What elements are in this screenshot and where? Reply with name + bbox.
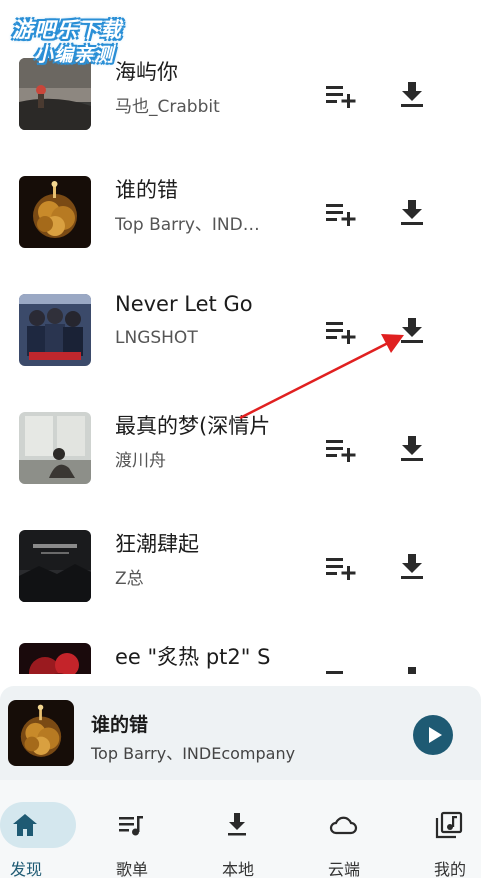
cloud-icon (328, 810, 358, 840)
album-cover (19, 176, 91, 248)
watermark-line2: 小编亲测 (34, 44, 115, 66)
playlist-add-icon (326, 671, 343, 674)
song-row[interactable]: 谁的错 Top Barry、IND… (0, 153, 481, 271)
download-button[interactable] (396, 199, 428, 227)
watermark-logo: 游吧乐下载 小编亲测 (12, 10, 152, 66)
download-button[interactable] (396, 553, 428, 581)
album-cover (19, 412, 91, 484)
download-icon (401, 436, 423, 461)
album-cover (19, 643, 91, 674)
gold-flower-cover-image (19, 176, 91, 248)
nav-item-mine[interactable]: 我的 (420, 780, 481, 878)
add-to-playlist-button[interactable] (325, 81, 357, 109)
home-icon (10, 810, 40, 840)
song-title: ee "炙热 pt2" S (115, 645, 271, 669)
playlist-add-icon (326, 440, 356, 462)
now-playing-cover[interactable] (8, 700, 74, 766)
song-title: 狂潮肆起 (115, 532, 199, 556)
download-icon (401, 82, 423, 107)
red-abstract-cover-image (19, 643, 91, 674)
song-artist: LNGSHOT (115, 328, 198, 348)
group-photo-cover-image (19, 294, 91, 366)
song-row[interactable]: ee "炙热 pt2" S (0, 620, 481, 674)
bottom-nav: 发现 歌单 本地 云端 我的 (0, 780, 481, 878)
add-to-playlist-button[interactable] (325, 199, 357, 227)
download-icon (222, 810, 252, 840)
download-icon (401, 318, 423, 343)
nav-label: 发现 (9, 860, 42, 878)
add-to-playlist-button[interactable] (325, 553, 357, 581)
download-button[interactable] (396, 81, 428, 109)
dark-landscape-cover-image (19, 530, 91, 602)
nav-label: 本地 (221, 860, 254, 878)
woman-window-cover-image (19, 412, 91, 484)
album-cover (19, 58, 91, 130)
nav-item-playlists[interactable]: 歌单 (102, 780, 198, 878)
song-title: Never Let Go (115, 292, 253, 316)
download-button[interactable] (396, 666, 428, 674)
add-to-playlist-button[interactable] (325, 435, 357, 463)
now-playing-title: 谁的错 (91, 714, 149, 736)
nav-item-discover[interactable]: 发现 (0, 780, 100, 878)
playlist-icon (116, 810, 146, 840)
now-playing-bar[interactable]: 谁的错 Top Barry、INDEcompany (0, 686, 481, 780)
now-playing-artist: Top Barry、INDEcompany (91, 744, 296, 763)
play-icon (429, 727, 442, 743)
album-cover (19, 530, 91, 602)
gold-flower-cover-image (8, 700, 74, 766)
song-row[interactable]: 狂潮肆起 Z总 (0, 507, 481, 625)
playlist-add-icon (326, 204, 356, 226)
add-to-playlist-button[interactable] (325, 666, 357, 674)
song-list[interactable]: 海屿你 马也_Crabbit 谁的错 Top Barry、IND… Never … (0, 0, 481, 674)
song-artist: 马也_Crabbit (115, 97, 220, 117)
add-to-playlist-button[interactable] (325, 317, 357, 345)
playlist-add-icon (326, 86, 356, 108)
nav-label: 云端 (327, 860, 360, 878)
playlist-add-icon (326, 558, 356, 580)
download-icon (401, 554, 423, 579)
play-button[interactable] (413, 715, 453, 755)
nav-label: 我的 (433, 860, 466, 878)
song-row[interactable]: Never Let Go LNGSHOT (0, 271, 481, 389)
nav-label: 歌单 (115, 860, 148, 878)
song-artist: Top Barry、IND… (115, 215, 260, 235)
library-music-icon (434, 810, 464, 840)
song-artist: Z总 (115, 569, 144, 589)
album-cover (19, 294, 91, 366)
song-artist: 渡川舟 (115, 451, 166, 471)
song-title: 最真的梦(深情片 (115, 414, 271, 438)
download-icon (401, 200, 423, 225)
download-button[interactable] (396, 317, 428, 345)
playlist-add-icon (326, 322, 356, 344)
beach-cover-image (19, 58, 91, 130)
song-title: 谁的错 (115, 178, 178, 202)
download-icon (408, 667, 416, 674)
song-row[interactable]: 最真的梦(深情片 渡川舟 (0, 389, 481, 507)
download-button[interactable] (396, 435, 428, 463)
nav-item-local[interactable]: 本地 (208, 780, 304, 878)
nav-item-cloud[interactable]: 云端 (314, 780, 410, 878)
